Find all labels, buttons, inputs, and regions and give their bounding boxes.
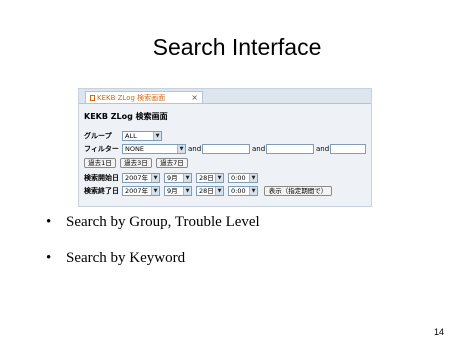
- browser-screenshot: KEKB ZLog 検索画面 × KEKB ZLog 検索画面 グループ ALL…: [78, 88, 372, 207]
- app-title: KEKB ZLog 検索画面: [84, 112, 168, 121]
- start-year-value: 2007年: [125, 174, 149, 182]
- start-time-select[interactable]: 0:00 ▼: [228, 173, 258, 183]
- end-date-label: 検索終了日: [84, 187, 119, 195]
- page-icon: [90, 95, 95, 101]
- chevron-down-icon: ▼: [177, 145, 185, 153]
- chevron-down-icon: ▼: [151, 187, 159, 195]
- end-day-value: 28日: [199, 187, 214, 195]
- group-label: グループ: [84, 132, 112, 140]
- close-icon[interactable]: ×: [191, 92, 198, 104]
- end-day-select[interactable]: 28日 ▼: [196, 186, 224, 196]
- bullet-text: Search by Group, Trouble Level: [66, 214, 260, 230]
- chevron-down-icon: ▼: [183, 187, 191, 195]
- end-date-row: 検索終了日 2007年 ▼ 9月 ▼ 28日 ▼ 0:00 ▼ 表示（指定期間で…: [84, 186, 366, 197]
- past-3-days-button[interactable]: 過去3日: [120, 158, 152, 168]
- chevron-down-icon: ▼: [183, 174, 191, 182]
- keyword-input-3[interactable]: [330, 144, 366, 154]
- bullet-icon: •: [46, 250, 52, 266]
- group-row: グループ ALL ▼: [84, 131, 366, 142]
- chevron-down-icon: ▼: [249, 187, 257, 195]
- start-year-select[interactable]: 2007年 ▼: [122, 173, 160, 183]
- bullet-list: • Search by Group, Trouble Level • Searc…: [46, 214, 260, 286]
- end-year-select[interactable]: 2007年 ▼: [122, 186, 160, 196]
- filter-row: フィルター NONE ▼ and and and: [84, 144, 366, 155]
- start-month-value: 9月: [167, 174, 178, 182]
- tab-label: KEKB ZLog 検索画面: [97, 94, 166, 102]
- start-time-value: 0:00: [231, 174, 246, 182]
- list-item: • Search by Group, Trouble Level: [46, 214, 260, 250]
- group-select[interactable]: ALL ▼: [122, 131, 162, 141]
- keyword-input-1[interactable]: [202, 144, 250, 154]
- keyword-input-2[interactable]: [266, 144, 314, 154]
- start-day-value: 28日: [199, 174, 214, 182]
- chevron-down-icon: ▼: [249, 174, 257, 182]
- end-time-select[interactable]: 0:00 ▼: [228, 186, 258, 196]
- chevron-down-icon: ▼: [215, 174, 223, 182]
- tab-zlog-search[interactable]: KEKB ZLog 検索画面 ×: [85, 91, 203, 103]
- and-label: and: [316, 145, 330, 153]
- past-7-days-button[interactable]: 過去7日: [156, 158, 188, 168]
- chevron-down-icon: ▼: [151, 174, 159, 182]
- past-1-day-button[interactable]: 過去1日: [84, 158, 116, 168]
- filter-label: フィルター: [84, 145, 119, 153]
- page-number: 14: [433, 327, 444, 337]
- filter-select[interactable]: NONE ▼: [122, 144, 186, 154]
- end-month-value: 9月: [167, 187, 178, 195]
- bullet-icon: •: [46, 214, 52, 230]
- display-period-button[interactable]: 表示（指定期間で）: [264, 186, 332, 196]
- slide-title: Search Interface: [152, 34, 322, 60]
- quick-range-row: 過去1日 過去3日 過去7日: [84, 158, 284, 169]
- tab-bar: KEKB ZLog 検索画面 ×: [79, 89, 371, 104]
- group-select-value: ALL: [125, 132, 137, 140]
- start-date-row: 検索開始日 2007年 ▼ 9月 ▼ 28日 ▼ 0:00 ▼: [84, 173, 366, 184]
- chevron-down-icon: ▼: [153, 132, 161, 140]
- and-label: and: [188, 145, 202, 153]
- filter-select-value: NONE: [125, 145, 144, 153]
- end-time-value: 0:00: [231, 187, 246, 195]
- start-date-label: 検索開始日: [84, 174, 119, 182]
- start-month-select[interactable]: 9月 ▼: [164, 173, 192, 183]
- start-day-select[interactable]: 28日 ▼: [196, 173, 224, 183]
- end-month-select[interactable]: 9月 ▼: [164, 186, 192, 196]
- chevron-down-icon: ▼: [215, 187, 223, 195]
- list-item: • Search by Keyword: [46, 250, 260, 286]
- end-year-value: 2007年: [125, 187, 149, 195]
- and-label: and: [252, 145, 266, 153]
- bullet-text: Search by Keyword: [66, 250, 186, 266]
